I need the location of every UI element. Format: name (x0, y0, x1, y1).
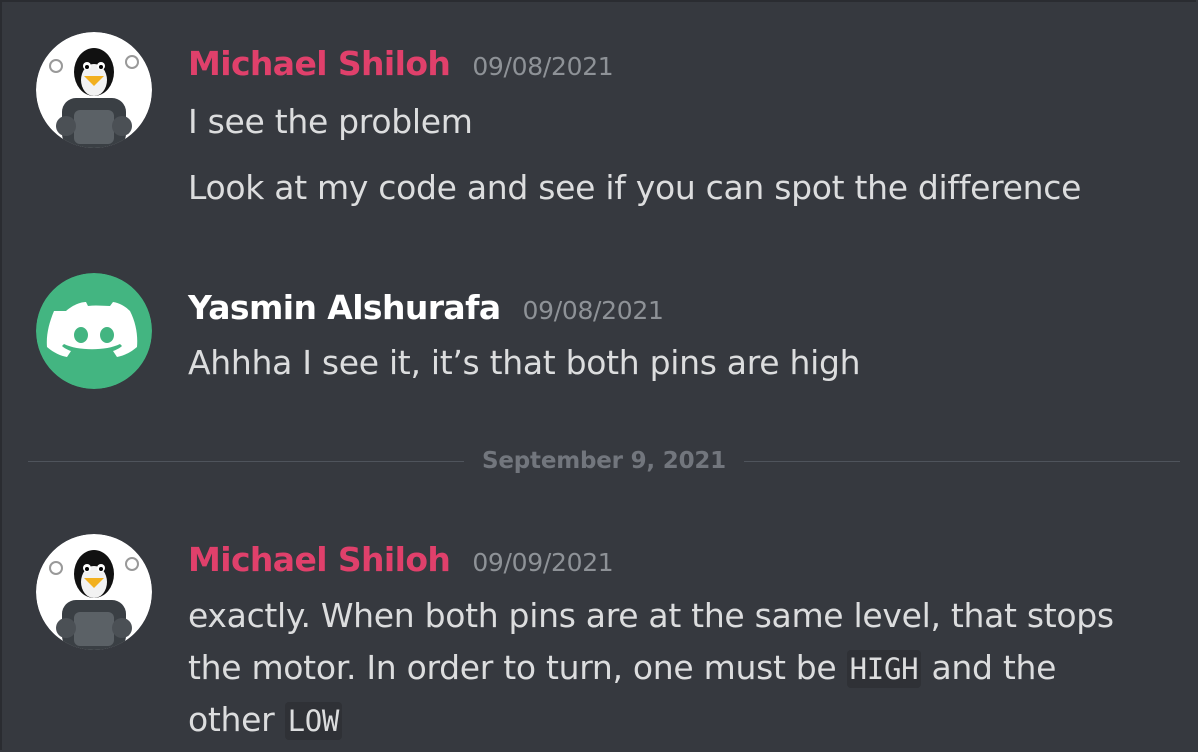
tux-penguin-avatar-icon (36, 32, 152, 148)
author-name[interactable]: Yasmin Alshurafa (188, 288, 501, 327)
message-header: Michael Shiloh 09/08/2021 (188, 44, 614, 83)
message-text-segment: the motor. In order to turn, one must be (188, 648, 847, 687)
message-text-segment: and the (921, 648, 1057, 687)
avatar[interactable] (36, 534, 152, 650)
tux-penguin-avatar-icon (36, 534, 152, 650)
timestamp[interactable]: 09/09/2021 (472, 548, 613, 577)
avatar[interactable] (36, 273, 152, 389)
message-header: Yasmin Alshurafa 09/08/2021 (188, 288, 664, 327)
message-text: the motor. In order to turn, one must be… (188, 648, 1057, 688)
message-text: I see the problem (188, 102, 473, 141)
date-divider-label: September 9, 2021 (464, 448, 744, 474)
timestamp[interactable]: 09/08/2021 (472, 52, 613, 81)
message-text-segment: other (188, 700, 285, 739)
author-name[interactable]: Michael Shiloh (188, 540, 451, 579)
author-name[interactable]: Michael Shiloh (188, 44, 451, 83)
message-text: Look at my code and see if you can spot … (188, 168, 1082, 207)
inline-code: HIGH (846, 650, 922, 688)
message-text: exactly. When both pins are at the same … (188, 596, 1114, 635)
message-text: Ahhha I see it, it’s that both pins are … (188, 343, 861, 382)
avatar[interactable] (36, 32, 152, 148)
message-header: Michael Shiloh 09/09/2021 (188, 540, 614, 579)
message-text: other LOW (188, 700, 343, 740)
discord-logo-avatar-icon (36, 273, 152, 389)
timestamp[interactable]: 09/08/2021 (523, 296, 664, 325)
inline-code: LOW (284, 702, 343, 740)
